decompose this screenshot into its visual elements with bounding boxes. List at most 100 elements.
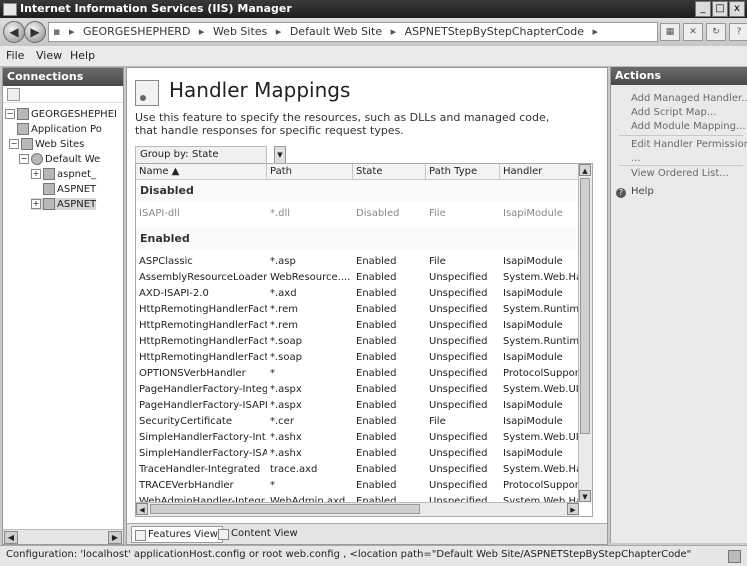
vertical-scroll-thumb[interactable] xyxy=(580,178,590,434)
connections-horizontal-scrollbar[interactable]: ◀ ▶ xyxy=(3,529,123,544)
action-add-module-mapping[interactable]: Add Module Mapping... xyxy=(631,121,746,132)
application-icon xyxy=(43,198,55,210)
scroll-down-icon[interactable]: ▼ xyxy=(579,490,591,502)
help-dropdown-icon[interactable]: ? xyxy=(729,23,747,41)
menu-view[interactable]: View xyxy=(36,49,62,62)
table-row[interactable]: PageHandlerFactory-ISAPI... *.aspx Enabled… xyxy=(136,398,578,414)
features-view-tab[interactable]: Features View xyxy=(131,526,223,543)
network-icon[interactable]: ▦ xyxy=(660,23,680,41)
table-row[interactable]: ISAPI-dll *.dll Disabled File IsapiModule xyxy=(136,206,578,222)
connect-icon[interactable] xyxy=(7,88,20,101)
tree-item-web-sites[interactable]: − Web Sites xyxy=(9,138,84,150)
cell-path-type: File xyxy=(429,208,446,219)
close-button[interactable]: x xyxy=(729,1,745,17)
table-row[interactable]: OPTIONSVerbHandler * Enabled Unspecified Pro… xyxy=(136,366,578,382)
column-header-name[interactable]: Name ▲ xyxy=(136,164,267,179)
scroll-right-icon[interactable]: ▶ xyxy=(108,531,122,544)
table-row[interactable]: PageHandlerFactory-Integ... *.aspx Enabled… xyxy=(136,382,578,398)
column-header-path[interactable]: Path xyxy=(267,164,353,179)
forward-arrow-icon[interactable]: ▶ xyxy=(24,21,46,43)
cell-path: *.axd xyxy=(270,288,297,299)
collapse-icon[interactable]: − xyxy=(5,109,15,119)
refresh-icon[interactable]: ↻ xyxy=(706,23,726,41)
table-row[interactable]: HttpRemotingHandlerFact... *.rem Enabled Un… xyxy=(136,302,578,318)
cell-state: Enabled xyxy=(356,272,397,283)
content-view-tab[interactable]: Content View xyxy=(215,526,302,541)
menu-file[interactable]: File xyxy=(6,49,24,62)
horizontal-scroll-thumb[interactable] xyxy=(150,504,420,514)
group-by-value[interactable]: State xyxy=(192,147,218,163)
cell-state: Enabled xyxy=(356,400,397,411)
scroll-left-icon[interactable]: ◀ xyxy=(4,531,18,544)
table-row[interactable]: HttpRemotingHandlerFact... *.soap Enabled U… xyxy=(136,334,578,350)
table-row[interactable]: HttpRemotingHandlerFact... *.soap Enabled U… xyxy=(136,350,578,366)
connections-panel: Connections − GEORGESHEPHEI Application P… xyxy=(2,67,124,545)
cell-handler: System.Runtime xyxy=(503,304,578,315)
cell-name: ASPClassic xyxy=(139,256,193,267)
chevron-down-icon[interactable]: ▼ xyxy=(274,146,286,164)
collapse-icon[interactable]: − xyxy=(19,154,29,164)
connections-toolbar xyxy=(3,86,123,103)
table-row[interactable]: AssemblyResourceLoader... WebResource....… xyxy=(136,270,578,286)
handler-mappings-grid: Name ▲ Path State Path Type Handler Disa… xyxy=(135,163,593,517)
tree-item-default-web-site[interactable]: − Default We xyxy=(19,153,100,165)
table-row[interactable]: AXD-ISAPI-2.0 *.axd Enabled Unspecified Isap… xyxy=(136,286,578,302)
cell-path-type: Unspecified xyxy=(429,304,488,315)
cell-handler: IsapiModule xyxy=(503,448,563,459)
grid-vertical-scrollbar[interactable]: ▲ ▼ xyxy=(578,164,592,502)
expand-icon[interactable]: + xyxy=(31,169,41,179)
column-header-state[interactable]: State xyxy=(353,164,426,179)
maximize-button[interactable]: □ xyxy=(712,1,728,17)
breadcrumb-app[interactable]: ASPNETStepByStepChapterCode xyxy=(405,25,584,38)
iis-app-icon xyxy=(3,3,17,16)
features-view-icon xyxy=(135,530,146,541)
group-header-enabled: Enabled xyxy=(136,228,578,250)
stop-icon[interactable]: ✕ xyxy=(683,23,703,41)
scroll-left-icon[interactable]: ◀ xyxy=(136,503,148,515)
minimize-button[interactable]: _ xyxy=(695,1,711,17)
breadcrumb-web-sites[interactable]: Web Sites xyxy=(213,25,267,38)
table-row[interactable]: SimpleHandlerFactory-ISA... *.ashx Enabled… xyxy=(136,446,578,462)
table-row[interactable]: HttpRemotingHandlerFact... *.rem Enabled Un… xyxy=(136,318,578,334)
action-edit-handler-permissions[interactable]: Edit Handler Permissions xyxy=(631,139,747,150)
cell-path-type: Unspecified xyxy=(429,320,488,331)
scroll-right-icon[interactable]: ▶ xyxy=(567,503,579,515)
menu-help[interactable]: Help xyxy=(70,49,95,62)
tree-item-aspnet-client[interactable]: + aspnet_ xyxy=(31,168,96,180)
cell-path: * xyxy=(270,480,275,491)
table-row[interactable]: SecurityCertificate *.cer Enabled File Isapi… xyxy=(136,414,578,430)
action-view-ordered-list[interactable]: View Ordered List... xyxy=(631,168,729,179)
collapse-icon[interactable]: − xyxy=(9,139,19,149)
cell-path: *.rem xyxy=(270,320,298,331)
expand-icon[interactable]: + xyxy=(31,199,41,209)
cell-state: Enabled xyxy=(356,448,397,459)
breadcrumb-server[interactable]: GEORGESHEPHERD xyxy=(83,25,190,38)
tree-item-application-pools[interactable]: Application Po xyxy=(17,123,102,135)
group-header-disabled: Disabled xyxy=(136,180,578,202)
table-row[interactable]: SimpleHandlerFactory-Int... *.ashx Enabled… xyxy=(136,430,578,446)
table-row[interactable]: ASPClassic *.asp Enabled File IsapiModule xyxy=(136,254,578,270)
column-header-path-type[interactable]: Path Type xyxy=(426,164,500,179)
cell-path-type: Unspecified xyxy=(429,368,488,379)
cell-path-type: Unspecified xyxy=(429,480,488,491)
group-by-control[interactable]: Group by: State ▼ xyxy=(135,146,286,164)
column-header-handler[interactable]: Handler xyxy=(500,164,578,179)
cell-path: trace.axd xyxy=(270,464,318,475)
breadcrumb[interactable]: ▪ ▸ GEORGESHEPHERD ▸ Web Sites ▸ Default… xyxy=(48,22,658,42)
cell-handler: ProtocolSuppor xyxy=(503,480,578,491)
scroll-up-icon[interactable]: ▲ xyxy=(579,164,591,176)
action-help[interactable]: Help xyxy=(631,186,654,197)
back-arrow-icon[interactable]: ◀ xyxy=(3,21,25,43)
action-add-managed-handler[interactable]: Add Managed Handler... xyxy=(631,93,747,104)
folder-icon xyxy=(43,168,55,180)
action-add-script-map[interactable]: Add Script Map... xyxy=(631,107,716,118)
breadcrumb-default-web-site[interactable]: Default Web Site xyxy=(290,25,382,38)
grid-horizontal-scrollbar[interactable]: ◀ ▶ xyxy=(136,502,579,516)
table-row[interactable]: TRACEVerbHandler * Enabled Unspecified Proto… xyxy=(136,478,578,494)
tree-item-server[interactable]: − GEORGESHEPHEI xyxy=(5,108,117,120)
tree-item-aspnet-selected[interactable]: + ASPNET xyxy=(31,198,97,210)
cell-state: Enabled xyxy=(356,256,397,267)
application-pools-icon xyxy=(17,123,29,135)
tree-item-aspnet-app[interactable]: ASPNET xyxy=(43,183,96,195)
table-row[interactable]: TraceHandler-Integrated trace.axd Enabled U… xyxy=(136,462,578,478)
